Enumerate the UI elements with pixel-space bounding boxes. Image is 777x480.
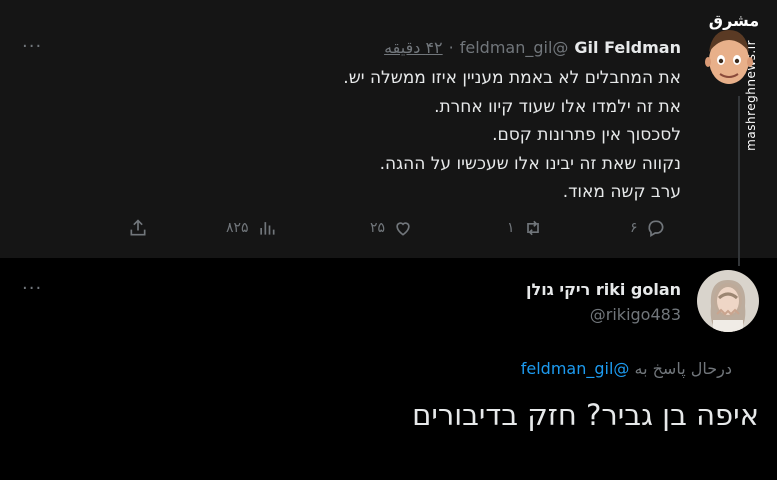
tweet-actions: ۶ ۱ ۲۵ ۸۲۵ [0, 218, 777, 242]
tweet-text: את המחבלים לא באמת מעניין איזו ממשלה יש.… [121, 64, 681, 207]
avatar[interactable] [700, 22, 758, 96]
reply-button[interactable]: ۶ [630, 218, 666, 238]
retweet-button[interactable]: ۱ [507, 218, 543, 238]
replying-mention[interactable]: @feldman_gil [521, 359, 630, 378]
reply-icon [647, 220, 664, 237]
like-icon [396, 222, 410, 236]
reply-text: איפה בן גביר? חזק בדיבורים [412, 398, 759, 432]
retweet-icon [526, 220, 539, 236]
views-count: ۸۲۵ [226, 220, 249, 236]
like-count: ۲۵ [370, 220, 386, 236]
separator: · [448, 38, 454, 57]
reply-author-handle[interactable]: @rikigo483 [590, 305, 681, 324]
author-name[interactable]: Gil Feldman [574, 38, 681, 57]
share-button[interactable] [128, 218, 148, 238]
replying-to: درحال پاسخ به @feldman_gil [521, 359, 732, 378]
reply-count: ۶ [630, 220, 638, 236]
like-button[interactable]: ۲۵ [370, 218, 413, 238]
share-icon [130, 219, 146, 236]
tweet-line: ערב קשה מאוד. [562, 182, 681, 202]
more-icon[interactable]: ··· [22, 36, 42, 57]
replying-prefix: درحال پاسخ به [634, 359, 732, 378]
reply-author-name[interactable]: riki golan ריקי גולן [526, 280, 681, 299]
tweet-time[interactable]: ۴۲ دقیقه [384, 38, 443, 57]
tweet-line: את המחבלים לא באמת מעניין איזו ממשלה יש. [343, 68, 681, 88]
tweet-header: Gil Feldman @feldman_gil · ۴۲ دقیقه [384, 38, 681, 57]
retweet-count: ۱ [507, 220, 515, 236]
avatar[interactable] [697, 270, 759, 332]
tweet-line: לסכסוך אין פתרונות קסם. [492, 125, 681, 145]
more-icon[interactable]: ··· [22, 278, 42, 299]
views-icon [259, 222, 275, 235]
tweet-line: את זה ילמדו אלו שעוד קיוו אחרת. [434, 96, 681, 117]
views-button[interactable]: ۸۲۵ [226, 218, 277, 238]
author-handle[interactable]: @feldman_gil [460, 38, 569, 57]
tweet-line: נקווה שאת זה יבינו אלו שעכשיו על ההגה. [379, 153, 681, 174]
